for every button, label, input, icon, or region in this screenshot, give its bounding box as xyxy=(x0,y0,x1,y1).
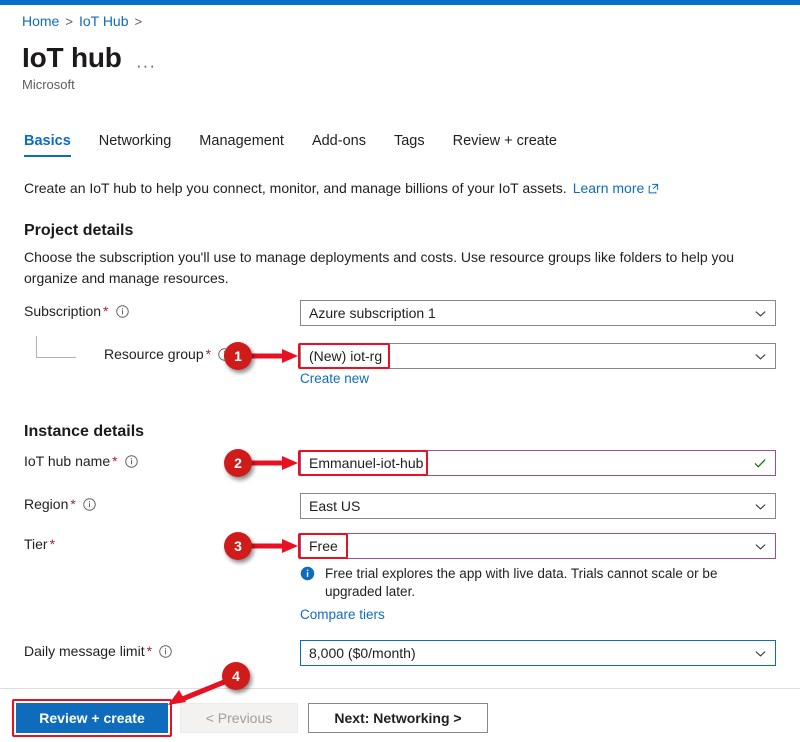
learn-more-link[interactable]: Learn more xyxy=(573,180,645,196)
tab-review-create[interactable]: Review + create xyxy=(453,133,557,157)
previous-button: < Previous xyxy=(180,703,298,733)
top-accent-bar xyxy=(0,0,800,5)
daily-message-limit-value: 8,000 ($0/month) xyxy=(309,645,416,661)
create-new-resource-group-link[interactable]: Create new xyxy=(300,371,369,386)
resource-group-value: (New) iot-rg xyxy=(309,348,383,364)
tab-bar: Basics Networking Management Add-ons Tag… xyxy=(24,133,585,157)
tier-value: Free xyxy=(309,538,338,554)
subscription-select[interactable]: Azure subscription 1 xyxy=(300,300,776,326)
row-subscription: Subscription * Azure subscription 1 xyxy=(24,300,784,326)
chevron-down-icon xyxy=(754,350,767,363)
tier-info-banner: Free trial explores the app with live da… xyxy=(300,565,770,601)
intro-text: Create an IoT hub to help you connect, m… xyxy=(24,180,567,196)
annotation-badge-1: 1 xyxy=(224,342,252,370)
tier-label: Tier * xyxy=(24,536,56,552)
more-options-icon[interactable]: ··· xyxy=(136,56,156,76)
breadcrumb-item-home[interactable]: Home xyxy=(22,13,59,29)
subscription-value: Azure subscription 1 xyxy=(309,305,436,321)
daily-message-limit-label: Daily message limit * xyxy=(24,643,172,659)
row-iot-hub-name: IoT hub name * Emmanuel-iot-hub xyxy=(24,450,784,476)
chevron-down-icon xyxy=(754,307,767,320)
tab-networking[interactable]: Networking xyxy=(99,133,172,157)
breadcrumb-separator-1: > xyxy=(65,14,73,29)
info-icon[interactable] xyxy=(115,305,129,318)
info-icon[interactable] xyxy=(124,455,138,468)
info-icon[interactable] xyxy=(83,498,96,511)
tab-add-ons[interactable]: Add-ons xyxy=(312,133,366,157)
review-create-button[interactable]: Review + create xyxy=(16,703,168,733)
chevron-down-icon xyxy=(754,647,767,660)
annotation-badge-4: 4 xyxy=(222,662,250,690)
annotation-badge-3: 3 xyxy=(224,532,252,560)
iot-hub-name-label: IoT hub name * xyxy=(24,453,138,469)
annotation-badge-2: 2 xyxy=(224,449,252,477)
breadcrumb-item-iot-hub[interactable]: IoT Hub xyxy=(79,13,129,29)
required-asterisk: * xyxy=(49,536,56,552)
compare-tiers-link[interactable]: Compare tiers xyxy=(300,607,385,622)
row-daily-message-limit: Daily message limit * 8,000 ($0/month) xyxy=(24,640,784,666)
tier-select[interactable]: Free xyxy=(300,533,776,559)
section-desc-project-details: Choose the subscription you'll use to ma… xyxy=(24,249,735,286)
required-asterisk: * xyxy=(112,453,118,469)
publisher-label: Microsoft xyxy=(22,77,75,92)
chevron-down-icon xyxy=(754,500,767,513)
row-region: Region * East US xyxy=(24,493,784,519)
tab-tags[interactable]: Tags xyxy=(394,133,425,157)
tier-info-message: Free trial explores the app with live da… xyxy=(325,566,718,599)
region-value: East US xyxy=(309,498,361,514)
resource-group-select[interactable]: (New) iot-rg xyxy=(300,343,776,369)
iot-hub-name-input[interactable]: Emmanuel-iot-hub xyxy=(300,450,776,476)
page-title: IoT hub xyxy=(22,42,122,73)
required-asterisk: * xyxy=(70,496,76,512)
required-asterisk: * xyxy=(146,643,153,659)
info-filled-icon xyxy=(300,566,315,581)
azure-portal-create-iot-hub-page: Home > IoT Hub > IoT hub ··· Microsoft Basi… xyxy=(0,0,800,742)
breadcrumb-separator-2: > xyxy=(134,14,143,29)
required-asterisk: * xyxy=(103,303,109,319)
tab-management[interactable]: Management xyxy=(199,133,284,157)
tab-basics[interactable]: Basics xyxy=(24,133,71,157)
row-resource-group: Resource group * (New) iot-rg xyxy=(24,343,784,369)
required-asterisk: * xyxy=(205,346,212,362)
breadcrumb: Home > IoT Hub > xyxy=(22,12,148,31)
chevron-down-icon xyxy=(754,540,767,553)
section-title-project-details: Project details xyxy=(24,222,134,239)
intro-text-row: Create an IoT hub to help you connect, m… xyxy=(24,180,659,196)
region-label: Region * xyxy=(24,496,96,512)
next-networking-button[interactable]: Next: Networking > xyxy=(308,703,488,733)
footer-divider xyxy=(0,688,800,689)
row-tier: Tier * Free xyxy=(24,533,784,559)
subscription-label: Subscription * xyxy=(24,303,129,319)
resource-group-label: Resource group * xyxy=(104,346,231,362)
external-link-icon xyxy=(648,181,659,194)
region-select[interactable]: East US xyxy=(300,493,776,519)
info-icon[interactable] xyxy=(159,645,172,658)
validation-check-icon xyxy=(753,456,767,470)
daily-message-limit-select[interactable]: 8,000 ($0/month) xyxy=(300,640,776,666)
section-title-instance-details: Instance details xyxy=(24,423,145,440)
iot-hub-name-value: Emmanuel-iot-hub xyxy=(309,455,424,471)
